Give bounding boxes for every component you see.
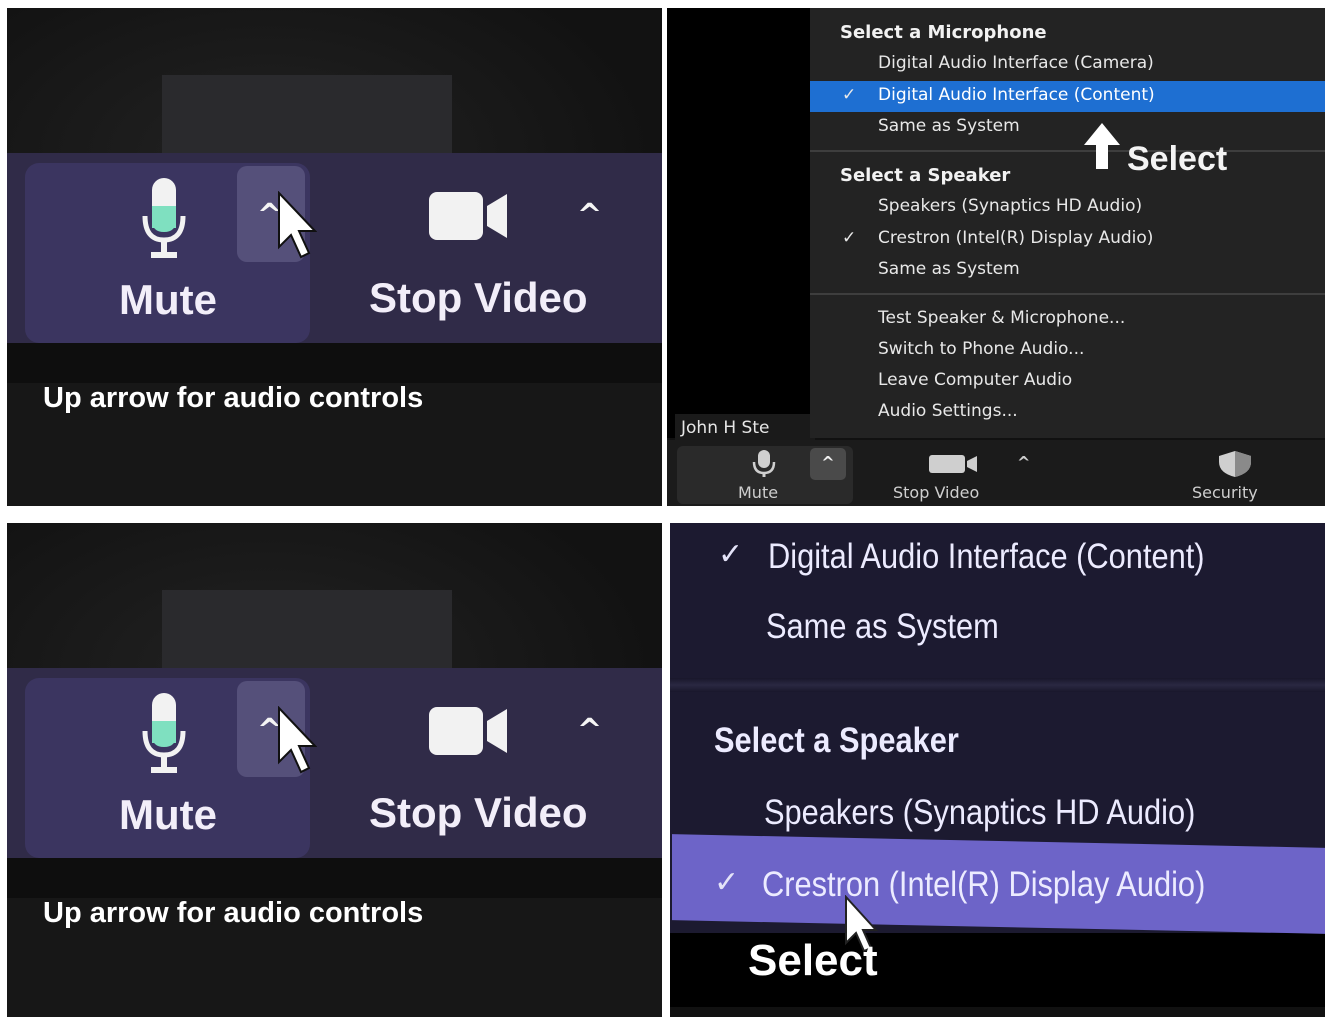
speaker-item-same-as-system[interactable]: Same as System: [878, 259, 1020, 279]
caption: Up arrow for audio controls: [43, 382, 424, 414]
menu-divider: [810, 150, 1325, 152]
menu-divider: [810, 293, 1325, 295]
video-camera-icon: [929, 455, 977, 473]
microphone-icon: [142, 178, 186, 258]
menu-switch-phone-audio[interactable]: Switch to Phone Audio...: [878, 339, 1084, 359]
menu-test-speaker-mic[interactable]: Test Speaker & Microphone...: [878, 308, 1125, 328]
speaker-item-synaptics[interactable]: Speakers (Synaptics HD Audio): [878, 196, 1142, 216]
photo-bottom-edge: [7, 858, 662, 898]
zoom-audio-menu-panel: John H Ste Select a Microphone Digital A…: [667, 8, 1325, 506]
mic-item-content[interactable]: Digital Audio Interface (Content): [878, 85, 1155, 105]
check-icon: ✓: [718, 537, 744, 572]
menu-divider: [670, 678, 1325, 692]
mouse-pointer-icon: [278, 706, 317, 774]
video-options-caret[interactable]: ^: [1017, 453, 1030, 472]
mic-item-same-as-system[interactable]: Same as System: [766, 607, 999, 647]
participant-name: John H Ste: [681, 418, 770, 438]
mute-label: Mute: [738, 483, 779, 502]
audio-menu: Select a Microphone Digital Audio Interf…: [810, 8, 1325, 438]
mic-item-same-as-system[interactable]: Same as System: [878, 116, 1020, 136]
dark-tab: [162, 590, 452, 668]
stop-video-label: Stop Video: [369, 789, 588, 836]
video-caret-icon[interactable]: ^: [577, 713, 602, 748]
check-icon: ✓: [842, 85, 857, 105]
select-annotation: Select: [1127, 140, 1228, 178]
microphone-icon: [142, 693, 186, 773]
video-caret-icon[interactable]: ^: [577, 198, 602, 233]
speaker-item-crestron[interactable]: Crestron (Intel(R) Display Audio): [878, 228, 1153, 248]
speaker-item-crestron[interactable]: Crestron (Intel(R) Display Audio): [762, 865, 1205, 905]
photo-panel-top: ^ ^ Mute Stop Video Up arrow for audio c…: [7, 8, 662, 506]
video-camera-icon: [429, 192, 507, 240]
up-arrow-icon: [1084, 123, 1120, 169]
zoomed-menu-photo: ✓ Digital Audio Interface (Content) Same…: [670, 523, 1325, 1017]
video-tile: [667, 8, 810, 438]
photo-bottom-edge: [7, 343, 662, 383]
stop-video-label: Stop Video: [369, 274, 588, 321]
caption: Up arrow for audio controls: [43, 897, 424, 929]
microphone-icon: [752, 450, 776, 477]
audio-options-button[interactable]: ^: [810, 448, 846, 480]
select-annotation: Select: [748, 936, 878, 985]
security-label[interactable]: Security: [1192, 483, 1258, 502]
speaker-item-synaptics[interactable]: Speakers (Synaptics HD Audio): [764, 793, 1195, 833]
menu-audio-settings[interactable]: Audio Settings...: [878, 401, 1018, 421]
stop-video-label[interactable]: Stop Video: [893, 483, 979, 502]
mic-header: Select a Microphone: [840, 22, 1047, 43]
video-camera-icon: [429, 707, 507, 755]
speaker-header: Select a Speaker: [714, 721, 959, 760]
dark-tab: [162, 75, 452, 153]
mute-label: Mute: [119, 276, 217, 323]
mic-item-content[interactable]: Digital Audio Interface (Content): [768, 537, 1205, 577]
mic-item-camera[interactable]: Digital Audio Interface (Camera): [878, 53, 1154, 73]
mute-label: Mute: [119, 791, 217, 838]
check-icon: ✓: [714, 865, 740, 900]
bottom-edge: [670, 1007, 1325, 1017]
menu-leave-computer-audio[interactable]: Leave Computer Audio: [878, 370, 1072, 390]
check-icon: ✓: [842, 228, 857, 248]
speaker-header: Select a Speaker: [840, 165, 1011, 186]
shield-icon: [1219, 451, 1251, 477]
mouse-pointer-icon: [278, 191, 317, 259]
photo-panel-bottom: ^ ^ Mute Stop Video Up arrow for audio c…: [7, 523, 662, 1017]
